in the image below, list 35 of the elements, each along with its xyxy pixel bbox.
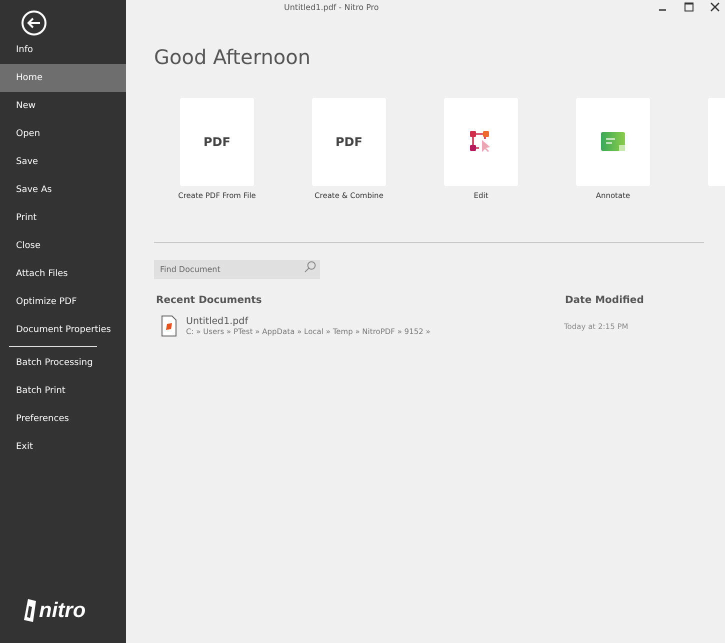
sidebar-item[interactable]: Batch Print — [0, 377, 126, 405]
edit-tile[interactable] — [444, 98, 518, 186]
greeting: Good Afternoon — [154, 45, 312, 71]
pdf-icon-text: PDF — [204, 135, 230, 149]
pdf-tile[interactable]: PDF — [312, 98, 386, 186]
sidebar-item[interactable]: Attach Files — [0, 260, 126, 288]
sidebar-item[interactable]: Document Properties — [0, 316, 126, 344]
window-title: Untitled1.pdf - Nitro Pro — [284, 3, 379, 12]
pdf-tile[interactable]: PDF — [180, 98, 254, 186]
sidebar-item[interactable]: New — [0, 92, 126, 120]
document-name: Untitled1.pdf — [186, 316, 250, 327]
pdf-file-icon — [161, 315, 177, 337]
sidebar-item[interactable]: Home — [0, 64, 126, 92]
search-icon — [304, 261, 316, 273]
date-modified-heading: Date Modified — [565, 295, 644, 306]
sidebar-item[interactable]: Exit — [0, 433, 126, 461]
sidebar-item[interactable]: Close — [0, 232, 126, 260]
close-icon[interactable] — [709, 1, 721, 13]
logo-text: nitro — [39, 599, 86, 623]
sidebar-item[interactable]: Batch Processing — [0, 349, 126, 377]
sidebar-item[interactable]: Optimize PDF — [0, 288, 126, 316]
sidebar-item[interactable]: Preferences — [0, 405, 126, 433]
search-field[interactable]: Find Document — [154, 260, 320, 279]
back-icon[interactable] — [21, 10, 47, 36]
sidebar-item[interactable]: Save — [0, 148, 126, 176]
sidebar-item[interactable]: Save As — [0, 176, 126, 204]
sidebar-item[interactable]: Print — [0, 204, 126, 232]
annotate-tile[interactable] — [576, 98, 650, 186]
pdf-icon-text: PDF — [336, 135, 362, 149]
note-icon — [601, 132, 625, 152]
sidebar-item[interactable]: Open — [0, 120, 126, 148]
recent-documents-heading: Recent Documents — [156, 295, 262, 306]
logo-icon — [23, 598, 37, 624]
maximize-icon[interactable] — [683, 1, 695, 13]
sidebar-item[interactable]: Info — [0, 36, 126, 64]
